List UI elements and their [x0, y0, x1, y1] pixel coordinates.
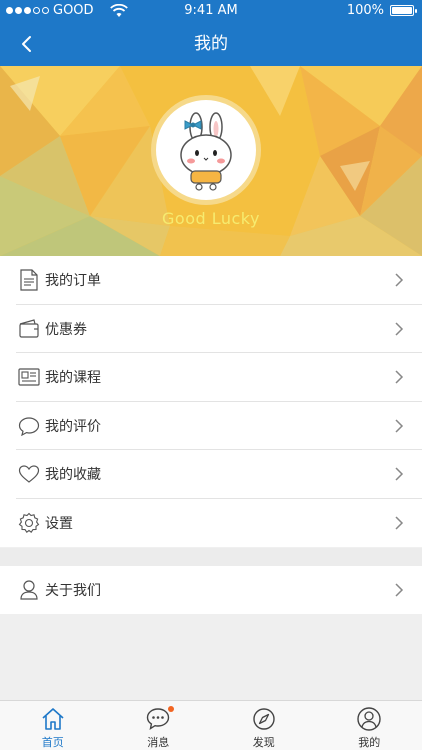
- menu-item-favorites[interactable]: 我的收藏: [0, 450, 422, 499]
- menu-item-label: 我的订单: [45, 273, 101, 290]
- compass-icon: [253, 708, 275, 730]
- tab-label: 发现: [252, 736, 275, 749]
- about-section: 关于我们: [0, 566, 422, 614]
- menu-item-label: 设置: [45, 515, 73, 532]
- menu-item-label: 我的收藏: [45, 467, 101, 484]
- tab-messages[interactable]: 消息: [106, 701, 212, 750]
- battery-icon: [390, 5, 417, 16]
- document-icon: [18, 269, 40, 291]
- profile-icon: [357, 707, 381, 731]
- menu-item-label: 我的评价: [45, 418, 101, 435]
- status-right: 100%: [346, 3, 417, 18]
- chevron-right-icon: [395, 419, 404, 433]
- chevron-right-icon: [395, 322, 404, 336]
- tab-label: 我的: [358, 736, 381, 749]
- person-icon: [18, 579, 40, 601]
- status-bar: GOOD 9:41 AM 100%: [0, 0, 422, 22]
- tab-discover[interactable]: 发现: [211, 701, 317, 750]
- menu-item-label: 优惠券: [45, 321, 87, 338]
- tab-bar: 首页 消息 发现 我的: [0, 700, 422, 750]
- chevron-right-icon: [395, 467, 404, 481]
- menu-item-about[interactable]: 关于我们: [0, 566, 422, 614]
- menu-item-label: 我的课程: [45, 370, 101, 387]
- bunny-avatar-icon: [180, 112, 232, 191]
- chevron-right-icon: [395, 273, 404, 287]
- nav-bar: 我的: [0, 22, 422, 66]
- chevron-right-icon: [395, 516, 404, 530]
- section-gap: [0, 548, 422, 566]
- chevron-right-icon: [395, 370, 404, 384]
- menu-item-label: 关于我们: [45, 583, 101, 599]
- menu-item-settings[interactable]: 设置: [0, 499, 422, 548]
- menu-item-courses[interactable]: 我的课程: [0, 353, 422, 402]
- newspaper-icon: [18, 366, 40, 388]
- wallet-icon: [18, 318, 40, 340]
- tab-home[interactable]: 首页: [0, 701, 106, 750]
- avatar-ring[interactable]: [151, 95, 261, 205]
- heart-icon: [18, 463, 40, 485]
- menu-item-orders[interactable]: 我的订单: [0, 256, 422, 305]
- avatar[interactable]: [156, 100, 256, 200]
- battery-percent: 100%: [346, 3, 384, 18]
- tab-label: 首页: [41, 736, 64, 749]
- username: Good Lucky: [162, 209, 260, 228]
- menu-item-reviews[interactable]: 我的评价: [0, 402, 422, 450]
- chat-bubble-icon: [18, 415, 40, 437]
- profile-banner: Good Lucky: [0, 66, 422, 256]
- message-badge: [167, 706, 174, 712]
- tab-label: 消息: [147, 736, 170, 749]
- menu-item-coupons[interactable]: 优惠券: [0, 305, 422, 353]
- menu-list: 我的订单 优惠券 我的课程 我的评价 我的收藏 设置: [0, 256, 422, 547]
- page-title: 我的: [194, 34, 228, 54]
- gear-icon: [18, 512, 40, 534]
- empty-area: [0, 614, 422, 700]
- home-icon: [42, 708, 64, 730]
- tab-profile[interactable]: 我的: [317, 701, 422, 750]
- chevron-right-icon: [395, 583, 404, 597]
